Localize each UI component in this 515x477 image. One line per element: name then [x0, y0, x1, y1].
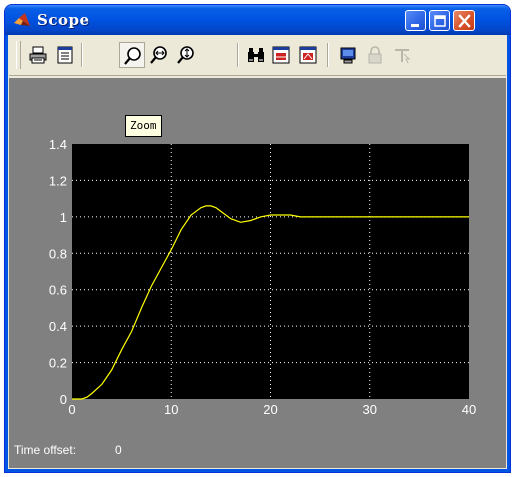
minimize-button[interactable]: [405, 10, 426, 31]
y-tick-label: 0.2: [49, 356, 67, 371]
x-tick-label: 0: [68, 402, 75, 417]
zoom-y-button[interactable]: [173, 42, 199, 68]
zoom-icon: [124, 47, 141, 65]
y-tick-label: 0: [60, 392, 67, 407]
toolbar: [9, 35, 506, 76]
time-offset-value: 0: [115, 443, 122, 457]
print-button[interactable]: [25, 42, 51, 68]
title-bar[interactable]: Scope: [5, 5, 510, 35]
toolbar-separator: [327, 43, 329, 67]
scope-figure: 0 10 20 30 40 0 0.2 0.4 0.6 0.8 1 1.2 1.4: [9, 78, 506, 468]
save-axes-button[interactable]: [268, 42, 294, 68]
zoom-x-button[interactable]: [146, 42, 172, 68]
toolbar-separator: [237, 43, 239, 67]
scope-window: Scope 0 10 20 30 40 0 0.2 0.4 0.6 0.8 1 …: [4, 4, 511, 473]
binoculars-icon: [248, 48, 264, 62]
lock-axes-button[interactable]: [362, 42, 388, 68]
window-title: Scope: [37, 11, 90, 29]
scope-plot[interactable]: 0 10 20 30 40 0 0.2 0.4 0.6 0.8 1 1.2 1.4: [9, 78, 506, 468]
autoscale-button[interactable]: [243, 42, 269, 68]
toolbar-grip[interactable]: [16, 41, 21, 69]
parameters-icon: [57, 46, 73, 64]
y-tick-label: 0.4: [49, 319, 67, 334]
floating-scope-icon: [340, 47, 356, 64]
maximize-button[interactable]: [429, 10, 450, 31]
maximize-icon: [434, 15, 446, 27]
restore-axes-button[interactable]: [295, 42, 321, 68]
zoom-tooltip: Zoom: [125, 115, 162, 137]
x-tick-label: 30: [363, 402, 377, 417]
close-button[interactable]: [453, 10, 475, 31]
y-tick-label: 1: [60, 210, 67, 225]
time-offset-label: Time offset:: [14, 443, 77, 457]
save-axes-icon: [272, 46, 290, 64]
signal-selector-icon: [395, 49, 411, 64]
y-tick-label: 0.6: [49, 283, 67, 298]
zoom-button[interactable]: [119, 42, 145, 68]
toolbar-separator: [81, 43, 83, 67]
floating-scope-button[interactable]: [335, 42, 361, 68]
matlab-logo-icon: [14, 13, 30, 26]
zoom-x-icon: [150, 46, 167, 64]
close-icon: [458, 14, 471, 28]
y-tick-label: 1.4: [49, 137, 67, 152]
signal-selector-button[interactable]: [389, 42, 415, 68]
restore-axes-icon: [299, 46, 317, 64]
y-tick-label: 1.2: [49, 173, 67, 188]
parameters-button[interactable]: [52, 42, 78, 68]
x-tick-label: 20: [263, 402, 277, 417]
printer-icon: [29, 46, 47, 64]
x-tick-label: 10: [164, 402, 178, 417]
minimize-icon: [411, 24, 419, 27]
zoom-y-icon: [177, 46, 194, 64]
lock-icon: [368, 46, 382, 64]
x-tick-label: 40: [462, 402, 476, 417]
y-tick-label: 0.8: [49, 246, 67, 261]
